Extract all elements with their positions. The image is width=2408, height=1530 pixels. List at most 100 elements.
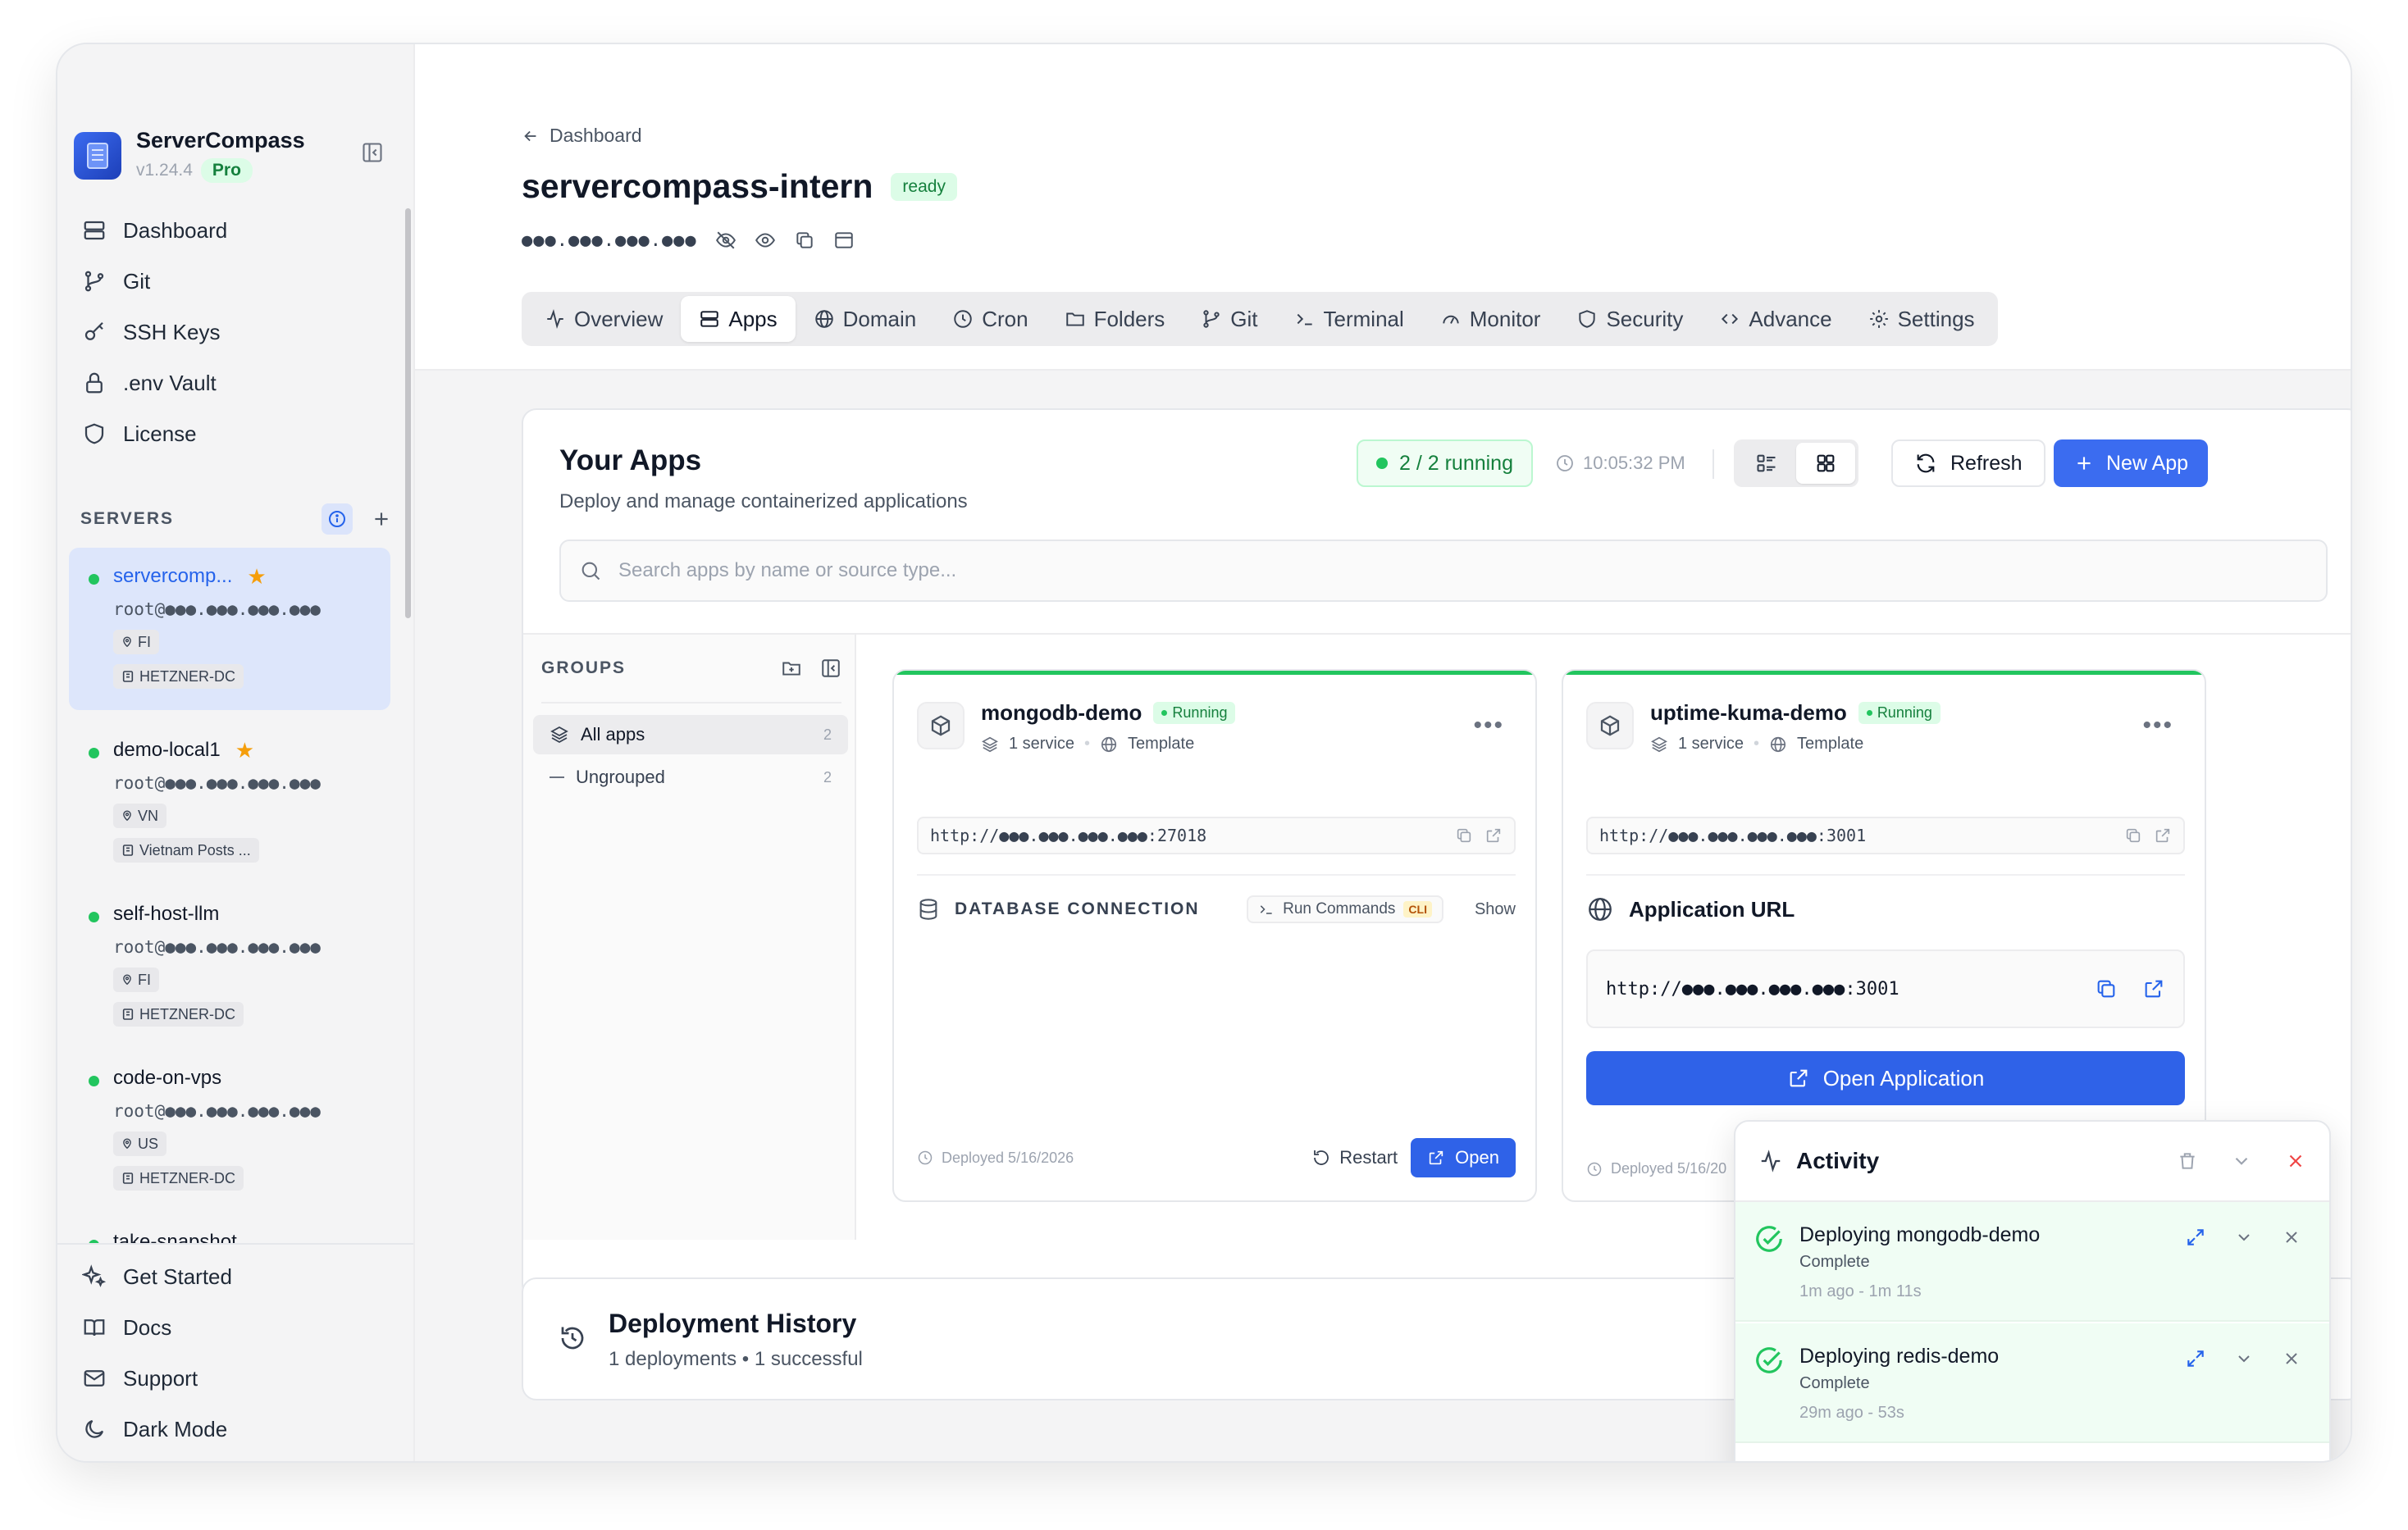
service-count: 1 service	[1009, 735, 1075, 753]
run-commands-button[interactable]: Run Commands CLI	[1247, 895, 1443, 923]
copy-icon[interactable]	[2095, 977, 2118, 1000]
copy-icon[interactable]	[1455, 826, 1473, 845]
map-pin-icon	[123, 1138, 131, 1150]
tab-git[interactable]: Git	[1183, 296, 1275, 342]
layers-icon	[550, 726, 568, 744]
nav-item-docs[interactable]: Docs	[82, 1302, 413, 1353]
sidebar-collapse-icon[interactable]	[361, 141, 384, 164]
nav-label: Git	[123, 268, 151, 294]
eye-off-icon[interactable]	[715, 230, 737, 251]
status-dot	[89, 1076, 99, 1086]
tab-advance[interactable]: Advance	[1701, 296, 1849, 342]
chevron-down-icon[interactable]	[2234, 1227, 2254, 1247]
copy-icon[interactable]	[2124, 826, 2142, 845]
region-badge: US	[113, 1132, 167, 1156]
list-view-button[interactable]	[1737, 443, 1796, 484]
tab-settings[interactable]: Settings	[1850, 296, 1993, 342]
chevron-down-icon[interactable]	[2231, 1150, 2252, 1172]
back-link[interactable]: Dashboard	[522, 125, 642, 147]
server-item-demo-local1[interactable]: demo-local1 ★ root@●●●.●●●.●●●.●●● VN Vie…	[69, 722, 390, 884]
divider	[917, 874, 1516, 876]
tab-overview[interactable]: Overview	[527, 296, 681, 342]
new-app-button[interactable]: New App	[2054, 439, 2209, 487]
external-link-icon[interactable]	[2142, 977, 2165, 1000]
last-updated-time: 10:05:32 PM	[1555, 453, 1685, 474]
star-icon[interactable]: ★	[247, 564, 266, 590]
tab-cron[interactable]: Cron	[934, 296, 1046, 342]
tab-monitor[interactable]: Monitor	[1422, 296, 1559, 342]
restart-button[interactable]: Restart	[1311, 1147, 1398, 1168]
browser-icon[interactable]	[833, 230, 855, 251]
more-icon[interactable]: •••	[1473, 712, 1504, 740]
nav-item-support[interactable]: Support	[82, 1353, 413, 1404]
close-icon[interactable]	[2285, 1150, 2306, 1172]
map-pin-icon	[123, 810, 131, 822]
building-icon	[122, 671, 134, 682]
activity-item[interactable]: Deploying mongodb-demo Complete 1m ago -…	[1735, 1202, 2329, 1322]
tab-domain[interactable]: Domain	[796, 296, 935, 342]
external-link-icon[interactable]	[2154, 826, 2172, 845]
external-link-icon[interactable]	[1484, 826, 1503, 845]
expand-icon[interactable]	[2185, 1227, 2206, 1248]
layers-icon	[700, 311, 719, 327]
tab-terminal[interactable]: Terminal	[1276, 296, 1422, 342]
layers-icon	[1651, 736, 1667, 752]
tab-apps[interactable]: Apps	[681, 296, 796, 342]
nav-item-get-started[interactable]: Get Started	[82, 1251, 413, 1302]
check-circle-icon	[1756, 1347, 1782, 1373]
git-branch-icon	[84, 271, 104, 292]
servers-info-button[interactable]	[322, 503, 353, 535]
activity-time: 1m ago - 1m 11s	[1799, 1282, 1922, 1300]
collapse-panel-icon[interactable]	[820, 658, 841, 679]
star-icon[interactable]: ★	[235, 738, 254, 763]
nav-label: Get Started	[123, 1264, 232, 1289]
history-icon	[561, 1327, 584, 1350]
show-button[interactable]: Show	[1475, 900, 1516, 919]
divider	[1713, 449, 1714, 479]
server-item-servercompass[interactable]: servercomp... ★ root@●●●.●●●.●●●.●●● FI H…	[69, 548, 390, 710]
globe-icon	[814, 310, 833, 328]
eye-icon[interactable]	[755, 230, 776, 251]
tab-folders[interactable]: Folders	[1047, 296, 1183, 342]
trash-icon[interactable]	[2177, 1150, 2198, 1172]
arrow-left-icon	[524, 130, 536, 141]
tab-security[interactable]: Security	[1558, 296, 1701, 342]
globe-icon	[1101, 736, 1117, 752]
sidebar-scrollbar[interactable]	[405, 208, 411, 618]
app-card-mongodb-demo[interactable]: mongodb-demo Running 1 service • Templat…	[892, 669, 1537, 1202]
activity-item[interactable]: Deploying redis-demo Complete 29m ago - …	[1735, 1323, 2329, 1443]
chevron-down-icon[interactable]	[2234, 1349, 2254, 1368]
close-icon[interactable]	[2282, 1227, 2301, 1247]
grid-view-button[interactable]	[1796, 443, 1855, 484]
nav-item-env-vault[interactable]: .env Vault	[82, 357, 227, 408]
info-icon	[329, 511, 345, 527]
group-item-ungrouped[interactable]: Ungrouped 2	[533, 758, 848, 797]
application-url-field: http://●●●.●●●.●●●.●●●:3001	[1586, 949, 2185, 1028]
source-type: Template	[1797, 735, 1864, 753]
expand-icon[interactable]	[2185, 1348, 2206, 1369]
search-input[interactable]	[618, 559, 2259, 582]
nav-item-dark-mode[interactable]: Dark Mode	[82, 1404, 413, 1455]
open-application-button[interactable]: Open Application	[1586, 1051, 2185, 1105]
app-url-field: http://●●●.●●●.●●●.●●●:3001	[1586, 817, 2185, 854]
nav-item-git[interactable]: Git	[82, 256, 227, 307]
server-host: root@●●●.●●●.●●●.●●●	[113, 1101, 321, 1121]
folder-icon	[1065, 312, 1084, 326]
server-item-code-on-vps[interactable]: code-on-vps root@●●●.●●●.●●●.●●● US HETZ…	[69, 1050, 390, 1212]
refresh-button[interactable]: Refresh	[1891, 439, 2045, 487]
close-icon[interactable]	[2282, 1349, 2301, 1368]
dashboard-icon	[84, 221, 105, 240]
nav-item-dashboard[interactable]: Dashboard	[82, 205, 227, 256]
nav-item-ssh-keys[interactable]: SSH Keys	[82, 307, 227, 357]
group-item-all-apps[interactable]: All apps 2	[533, 715, 848, 754]
mail-icon	[84, 1370, 105, 1387]
copy-icon[interactable]	[794, 230, 815, 251]
nav-item-license[interactable]: License	[82, 408, 227, 459]
add-server-icon[interactable]	[371, 508, 392, 530]
server-item-self-host-llm[interactable]: self-host-llm root@●●●.●●●.●●●.●●● FI HE…	[69, 886, 390, 1048]
database-icon	[919, 899, 937, 920]
open-button[interactable]: Open	[1411, 1138, 1516, 1177]
activity-time: 29m ago - 53s	[1799, 1404, 1904, 1422]
more-icon[interactable]: •••	[2142, 712, 2173, 740]
add-folder-icon[interactable]	[781, 658, 802, 679]
